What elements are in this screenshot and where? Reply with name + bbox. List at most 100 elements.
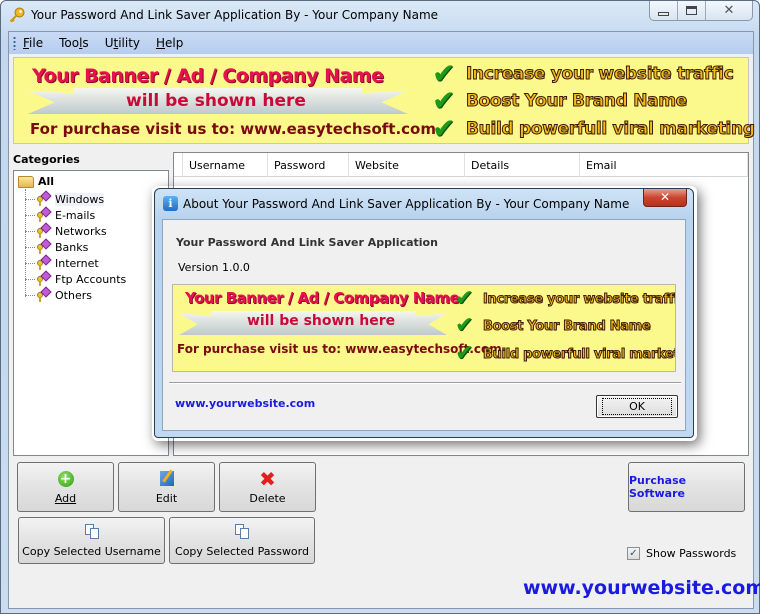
feature-text: Increase your website traffic	[466, 64, 735, 85]
copy-password-label: Copy Selected Password	[175, 545, 309, 558]
menu-tools[interactable]: Tools	[59, 36, 89, 50]
menu-file-rest: ile	[29, 36, 44, 50]
tree-item-label: Others	[55, 288, 92, 302]
copy-icon	[233, 523, 251, 541]
caption-buttons: ✕	[649, 1, 753, 21]
feature-text: Build powerfull viral marketing	[466, 119, 756, 140]
copy-username-button[interactable]: Copy Selected Username	[18, 517, 165, 564]
delete-label: Delete	[249, 491, 286, 505]
delete-icon: ✖	[259, 466, 276, 491]
menu-bar: File Tools Utility Help	[9, 32, 753, 54]
check-icon: ✔	[432, 84, 456, 117]
delete-button[interactable]: ✖ Delete	[219, 462, 316, 512]
tree-item-networks[interactable]: Networks	[25, 222, 107, 239]
window-title: Your Password And Link Saver Application…	[31, 8, 439, 22]
purchase-label: Purchase Software	[629, 474, 687, 500]
column-password[interactable]: Password	[268, 153, 349, 177]
purchase-software-button[interactable]: Purchase Software	[628, 462, 745, 512]
close-button[interactable]: ✕	[706, 1, 752, 20]
tree-item-internet[interactable]: Internet	[25, 254, 99, 271]
column-email[interactable]: Email	[580, 153, 748, 177]
minimize-button[interactable]	[650, 1, 678, 20]
feature-text: Boost Your Brand Name	[466, 91, 688, 112]
title-bar: Your Password And Link Saver Application…	[1, 1, 759, 31]
menu-utility[interactable]: Utility	[105, 36, 140, 50]
key-icon	[9, 7, 25, 23]
maximize-button[interactable]	[678, 1, 706, 20]
banner-features: ✔ Increase your website traffic ✔ Boost Yo…	[455, 285, 676, 368]
feature-row: ✔ Build powerfull viral marketing	[455, 340, 675, 368]
check-icon: ✔	[432, 112, 456, 145]
category-tree[interactable]: All Windows E-mails Networks Banks Inter…	[13, 170, 169, 456]
ok-button[interactable]: OK	[596, 395, 678, 418]
banner-left: Your Banner / Ad / Company Name will be …	[20, 62, 436, 140]
maximize-icon	[686, 6, 697, 15]
ok-label: OK	[602, 398, 672, 415]
dialog-close-button[interactable]: ✕	[643, 189, 687, 207]
tree-item-label: Banks	[55, 240, 89, 254]
dialog-separator	[169, 382, 681, 384]
add-label: Add	[54, 491, 77, 505]
tree-item-label: Ftp Accounts	[55, 272, 127, 286]
about-dialog: i About Your Password And Link Saver App…	[154, 188, 694, 438]
banner-purchase-text: For purchase visit us to: www.easytechso…	[30, 120, 436, 138]
column-username[interactable]: Username	[183, 153, 268, 177]
key-gem-icon	[36, 270, 52, 286]
toolbar-grip[interactable]	[13, 36, 16, 50]
feature-text: Increase your website traffic	[483, 291, 676, 307]
feature-row: ✔ Boost Your Brand Name	[455, 312, 651, 340]
folder-icon	[18, 175, 34, 188]
checkbox-checked-icon[interactable]: ✓	[627, 547, 640, 560]
website-link[interactable]: www.yourwebsite.com	[523, 577, 760, 599]
dialog-ad-banner[interactable]: Your Banner / Ad / Company Name will be …	[172, 284, 676, 372]
column-website[interactable]: Website	[349, 153, 465, 177]
banner-subline: will be shown here	[126, 91, 306, 111]
dialog-app-name: Your Password And Link Saver Application	[176, 236, 438, 249]
check-icon: ✔	[455, 286, 474, 311]
tree-root-label: All	[38, 175, 55, 188]
key-gem-icon	[36, 190, 52, 206]
edit-button[interactable]: Edit	[118, 462, 215, 512]
tree-root-all[interactable]: All	[18, 175, 54, 188]
ad-banner[interactable]: Your Banner / Ad / Company Name will be …	[13, 57, 756, 144]
check-icon: ✔	[455, 313, 474, 338]
tree-item-label: Windows	[55, 192, 105, 206]
info-icon: i	[163, 196, 178, 211]
banner-headline: Your Banner / Ad / Company Name	[185, 289, 460, 307]
feature-row: ✔ Build powerfull viral marketing	[432, 112, 756, 145]
tree-item-others[interactable]: Others	[25, 286, 92, 303]
feature-row: ✔ Increase your website traffic	[432, 60, 734, 88]
feature-row: ✔ Increase your website traffic	[455, 285, 676, 313]
edit-icon	[158, 470, 176, 488]
tree-item-banks[interactable]: Banks	[25, 238, 89, 255]
key-gem-icon	[36, 222, 52, 238]
banner-subline: will be shown here	[247, 313, 396, 329]
tree-item-label: Internet	[55, 256, 99, 270]
feature-text: Boost Your Brand Name	[483, 318, 652, 334]
banner-purchase-text: For purchase visit us to: www.easytechso…	[177, 342, 502, 356]
dialog-version: Version 1.0.0	[178, 261, 250, 274]
tree-item-windows[interactable]: Windows	[25, 190, 105, 207]
add-button[interactable]: + Add	[17, 462, 114, 512]
menu-file[interactable]: File	[23, 36, 43, 50]
feature-row: ✔ Boost Your Brand Name	[432, 84, 688, 117]
key-gem-icon	[36, 254, 52, 270]
key-gem-icon	[36, 286, 52, 302]
copy-username-label: Copy Selected Username	[22, 545, 161, 558]
tree-item-emails[interactable]: E-mails	[25, 206, 96, 223]
copy-password-button[interactable]: Copy Selected Password	[169, 517, 315, 564]
banner-headline: Your Banner / Ad / Company Name	[32, 65, 384, 87]
feature-text: Build powerfull viral marketing	[483, 346, 675, 362]
show-passwords-label: Show Passwords	[646, 547, 737, 560]
column-details[interactable]: Details	[465, 153, 580, 177]
tree-item-ftp-accounts[interactable]: Ftp Accounts	[25, 270, 127, 287]
close-icon: ✕	[659, 190, 671, 204]
dialog-website-link[interactable]: www.yourwebsite.com	[175, 397, 315, 410]
tree-item-label: E-mails	[55, 208, 96, 222]
dialog-title: About Your Password And Link Saver Appli…	[183, 197, 630, 211]
show-passwords-checkbox[interactable]: ✓ Show Passwords	[627, 547, 736, 560]
add-icon: +	[57, 470, 75, 488]
close-icon: ✕	[723, 3, 735, 18]
menu-help[interactable]: Help	[156, 36, 183, 50]
minimize-icon	[658, 11, 669, 16]
